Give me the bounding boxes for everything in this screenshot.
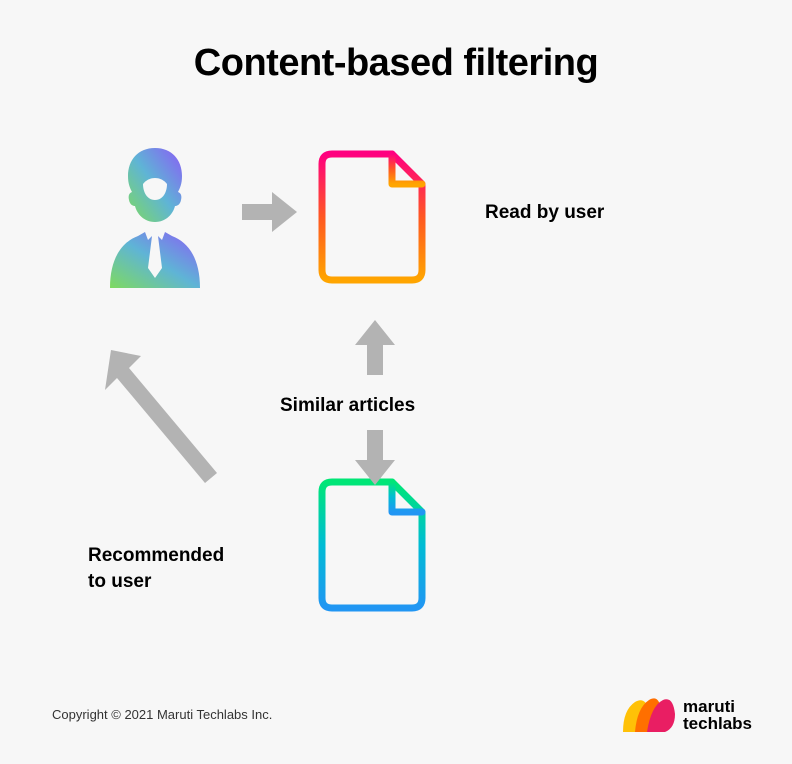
maruti-techlabs-logo: maruti techlabs: [623, 696, 752, 734]
arrow-right-icon: [242, 192, 297, 232]
arrow-up-icon: [355, 320, 395, 375]
user-icon: [90, 140, 220, 290]
label-recommended-line2: to user: [88, 571, 151, 592]
arrow-diagonal-icon: [105, 350, 225, 490]
logo-text: maruti techlabs: [683, 698, 752, 732]
label-recommended-to-user: Recommended to user: [88, 543, 224, 594]
label-read-by-user: Read by user: [485, 202, 604, 224]
logo-text-line1: maruti: [683, 698, 752, 715]
document-recommended-icon: [318, 478, 428, 613]
logo-text-line2: techlabs: [683, 715, 752, 732]
diagram-title: Content-based filtering: [0, 42, 792, 85]
arrow-down-icon: [355, 430, 395, 485]
copyright-text: Copyright © 2021 Maruti Techlabs Inc.: [52, 707, 272, 722]
label-recommended-line1: Recommended: [88, 545, 224, 566]
label-similar-articles: Similar articles: [280, 395, 415, 417]
logo-mark-icon: [623, 696, 675, 734]
document-read-icon: [318, 150, 428, 285]
